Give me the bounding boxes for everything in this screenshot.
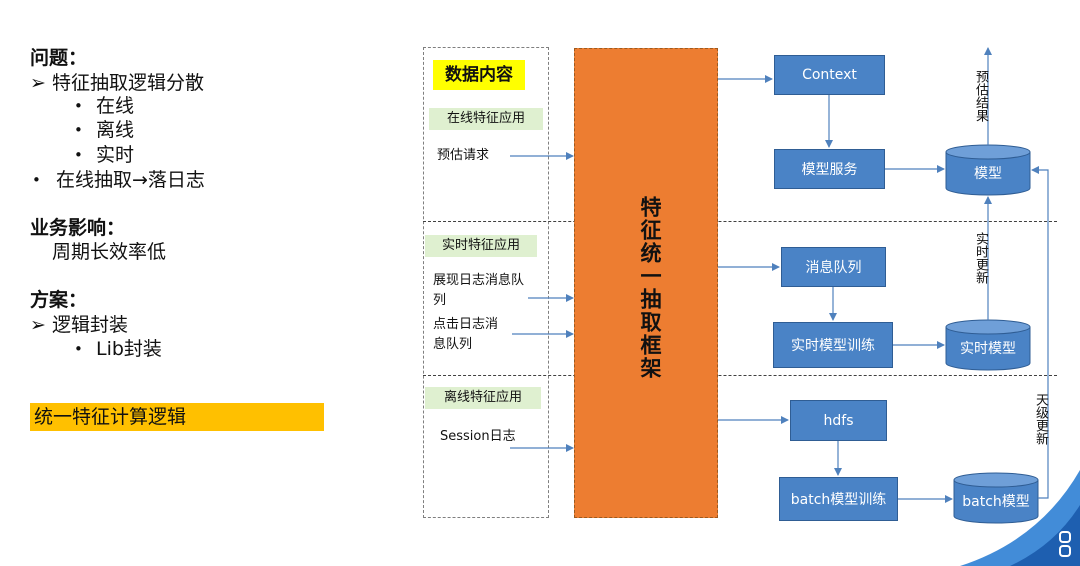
edge-daily-update bbox=[1031, 166, 1049, 499]
node-batch-model: batch模型 bbox=[962, 494, 1030, 510]
node-model: 模型 bbox=[974, 166, 1002, 182]
label-realtime-update: 实时更新 bbox=[973, 232, 988, 284]
label-prediction-result: 预估结果 bbox=[973, 70, 988, 122]
node-realtime-model: 实时模型 bbox=[960, 341, 1016, 357]
label-daily-update: 天级更新 bbox=[1033, 393, 1048, 445]
diagram-connectors bbox=[510, 47, 1080, 566]
